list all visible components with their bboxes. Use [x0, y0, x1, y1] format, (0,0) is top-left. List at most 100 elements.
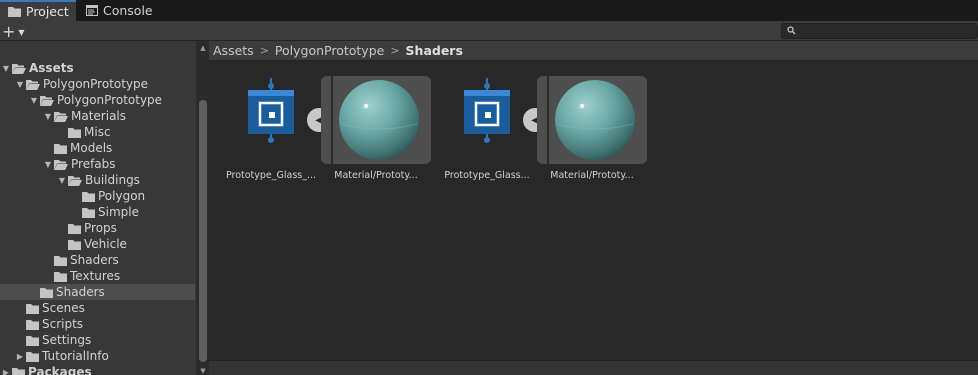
tree-item-textures[interactable]: Textures	[0, 268, 195, 284]
folder-icon	[26, 351, 39, 362]
folder-icon	[26, 335, 39, 346]
tree-item-label: Misc	[84, 125, 111, 139]
open-folder-icon	[54, 159, 68, 170]
tab-project-label: Project	[26, 4, 69, 19]
tree-item-packages[interactable]: ▶ Packages	[0, 364, 195, 375]
tree-item-label: Buildings	[85, 173, 140, 187]
tree-item-simple[interactable]: Simple	[0, 204, 195, 220]
expand-arrow-icon[interactable]: ▼	[0, 60, 12, 76]
asset-material-1[interactable]: Material/Prototy...	[321, 62, 431, 182]
breadcrumb-polygonprototype[interactable]: PolygonPrototype	[275, 43, 384, 58]
scroll-up-arrow-icon[interactable]: ▲	[198, 43, 208, 53]
tree-item-vehicle[interactable]: Vehicle	[0, 236, 195, 252]
tab-console[interactable]: Console	[78, 0, 162, 21]
tree-item-label: Prefabs	[71, 157, 116, 171]
folder-icon	[54, 143, 67, 154]
tree-item-label: Polygon	[98, 189, 146, 203]
tree-item-tutorialinfo[interactable]: ▶ TutorialInfo	[0, 348, 195, 364]
expand-arrow-icon[interactable]: ▼	[42, 108, 54, 124]
asset-grid: Prototype_Glass_... ◀ Material/Prototy..…	[209, 62, 978, 360]
asset-shader-graph-1[interactable]: Prototype_Glass_...	[223, 62, 319, 182]
tree-item-props[interactable]: Props	[0, 220, 195, 236]
tree-item-label: Props	[84, 221, 117, 235]
asset-shader-graph-2[interactable]: Prototype_Glass...	[439, 62, 535, 182]
folder-icon	[68, 239, 81, 250]
tree-item-shaders-selected[interactable]: Shaders	[0, 284, 195, 300]
collapse-arrow-icon[interactable]: ▶	[14, 348, 26, 364]
tree-item-label: Textures	[70, 269, 121, 283]
shader-graph-icon	[464, 78, 510, 143]
folder-icon	[40, 287, 53, 298]
material-sphere-icon	[555, 80, 635, 160]
tree-item-materials[interactable]: ▼ Materials	[0, 108, 195, 124]
tree-item-label: Packages	[28, 365, 92, 375]
folder-icon	[82, 207, 95, 218]
tree-item-label: Models	[70, 141, 113, 155]
window-tab-bar: Project Console	[0, 0, 978, 21]
open-folder-icon	[26, 79, 40, 90]
tree-item-label: Scenes	[42, 301, 85, 315]
asset-label: Prototype_Glass_...	[225, 170, 317, 181]
breadcrumb-current[interactable]: Shaders	[406, 43, 463, 58]
breadcrumb: Assets > PolygonPrototype > Shaders	[209, 41, 978, 61]
tree-item-label: Shaders	[56, 285, 105, 299]
asset-material-2[interactable]: Material/Prototy...	[537, 62, 647, 182]
scroll-down-arrow-icon[interactable]: ▼	[198, 366, 208, 375]
expand-arrow-icon[interactable]: ▼	[14, 76, 26, 92]
folder-icon	[68, 127, 81, 138]
project-toolbar: + ▼	[0, 21, 978, 41]
folder-icon	[26, 319, 39, 330]
collapse-arrow-icon[interactable]: ▶	[0, 364, 12, 375]
expand-arrow-icon[interactable]: ▼	[42, 156, 54, 172]
tree-item-polygon[interactable]: Polygon	[0, 188, 195, 204]
breadcrumb-separator-icon: >	[259, 44, 269, 57]
tree-item-polygonprototype[interactable]: ▼ PolygonPrototype	[0, 76, 195, 92]
tree-item-label: Shaders	[70, 253, 119, 267]
tree-item-label: PolygonPrototype	[43, 77, 149, 91]
tree-item-scripts[interactable]: Scripts	[0, 316, 195, 332]
console-icon	[86, 5, 98, 16]
breadcrumb-separator-icon: >	[390, 44, 400, 57]
create-button-label: +	[2, 21, 16, 41]
folder-icon	[12, 367, 25, 375]
tree-item-scenes[interactable]: Scenes	[0, 300, 195, 316]
open-folder-icon	[68, 175, 82, 186]
tree-item-label: Scripts	[42, 317, 84, 331]
tree-item-buildings[interactable]: ▼ Buildings	[0, 172, 195, 188]
search-icon	[787, 26, 796, 35]
folder-icon	[82, 191, 95, 202]
asset-footer-bar	[209, 360, 978, 375]
tree-item-prefabs[interactable]: ▼ Prefabs	[0, 156, 195, 172]
tree-item-label: PolygonPrototype	[57, 93, 163, 107]
material-preview-frame	[321, 76, 431, 164]
tree-item-label: Simple	[98, 205, 139, 219]
tree-item-polygonprototype-inner[interactable]: ▼ PolygonPrototype	[0, 92, 195, 108]
shader-graph-icon	[248, 78, 294, 143]
expand-arrow-icon[interactable]: ▼	[56, 172, 68, 188]
tree-scrollbar-thumb[interactable]	[199, 100, 207, 362]
open-folder-icon	[12, 63, 26, 74]
material-preview-frame	[537, 76, 647, 164]
tab-project[interactable]: Project	[0, 0, 76, 21]
expand-arrow-icon[interactable]: ▼	[28, 92, 40, 108]
tree-item-label: TutorialInfo	[42, 349, 109, 363]
folder-icon	[8, 7, 21, 17]
tree-item-misc[interactable]: Misc	[0, 124, 195, 140]
tree-item-label: Materials	[71, 109, 127, 123]
folder-icon	[26, 303, 39, 314]
folder-tree: ▼ Assets ▼ PolygonPrototype ▼ PolygonPro…	[0, 41, 197, 375]
material-sphere-icon	[339, 80, 419, 160]
create-button[interactable]: + ▼	[2, 21, 28, 41]
tree-item-label: Assets	[29, 61, 74, 75]
tree-item-assets[interactable]: ▼ Assets	[0, 60, 195, 76]
breadcrumb-assets[interactable]: Assets	[213, 43, 254, 58]
folder-icon	[68, 223, 81, 234]
tree-item-shaders-inner[interactable]: Shaders	[0, 252, 195, 268]
search-input[interactable]	[781, 23, 978, 39]
chevron-down-icon: ▼	[18, 27, 25, 37]
open-folder-icon	[54, 111, 68, 122]
tree-item-models[interactable]: Models	[0, 140, 195, 156]
tree-item-settings[interactable]: Settings	[0, 332, 195, 348]
tree-item-label: Settings	[42, 333, 92, 347]
folder-icon	[54, 271, 67, 282]
